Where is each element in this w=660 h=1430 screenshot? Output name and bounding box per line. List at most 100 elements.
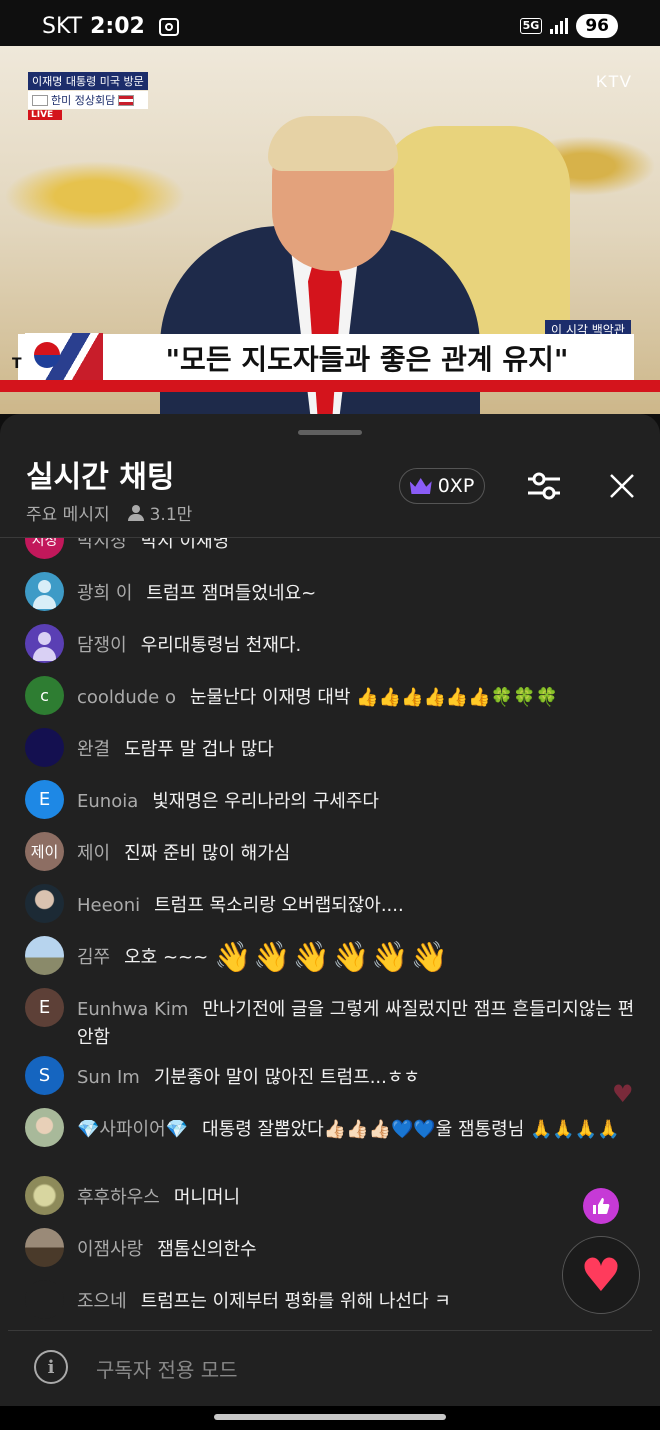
heart-icon: ♥ — [580, 1248, 622, 1302]
message-text: 빛재명은 우리나라의 구세주다 — [152, 791, 379, 812]
flag-icon — [32, 94, 48, 106]
footer-divider — [8, 1330, 652, 1331]
home-indicator[interactable] — [214, 1414, 446, 1420]
caption-red-line — [0, 380, 660, 392]
chat-message-line: 이잼사랑 잼톰신의한수 — [77, 1236, 637, 1264]
avatar[interactable] — [25, 624, 64, 663]
chat-title: 실시간 채팅 — [26, 460, 175, 495]
message-text: 박지 이재명 — [140, 538, 230, 552]
chat-message-line: 담쟁이 우리대통령님 천재다. — [77, 632, 637, 660]
author-name[interactable]: 후후하우스 — [77, 1187, 160, 1208]
chat-subtitle: 주요 메시지 3.1만 — [26, 500, 192, 525]
chat-message-list[interactable]: 지정 박지정 박지 이재명 광희 이 트럼프 잼며들었네요~ 담쟁이 우리대통령님 천… — [0, 538, 660, 1330]
status-left: SKT 2:02 — [42, 14, 179, 39]
drag-handle[interactable] — [298, 430, 362, 435]
message-text: 기분좋아 말이 많아진 트럼프...ㅎㅎ — [153, 1067, 420, 1088]
message-text: 오호 ~~~ — [124, 947, 209, 968]
avatar[interactable] — [25, 572, 64, 611]
xp-label: 0XP — [437, 475, 475, 497]
subscriber-only-mode: 구독자 전용 모드 — [96, 1358, 238, 1382]
chat-message-line: 김쭈 오호 ~~~ 👋👋👋👋👋👋 — [77, 943, 637, 973]
author-name[interactable]: cooldude o — [77, 687, 176, 708]
message-text: 눈물난다 이재명 대박 👍👍👍👍👍👍🍀🍀🍀 — [190, 687, 558, 708]
chat-message-line: Sun Im 기분좋아 말이 많아진 트럼프...ㅎㅎ — [77, 1064, 637, 1092]
chat-message-line: 완결 도람푸 말 겁나 많다 — [77, 736, 637, 764]
author-name[interactable]: 조으네 — [77, 1291, 127, 1312]
status-right: 5G 96 — [519, 14, 618, 38]
author-name[interactable]: 이잼사랑 — [77, 1239, 143, 1260]
message-text: 도람푸 말 겁나 많다 — [124, 739, 274, 760]
emoji-sticker: 👋👋👋👋👋👋 — [213, 940, 451, 975]
chat-message-line: 💎사파이어💎 대통령 잘뽑았다👍🏻👍🏻👍🏻💙💙울 잼통령님 🙏🙏🙏🙏 — [77, 1116, 637, 1144]
screen-record-icon — [158, 17, 179, 36]
info-icon[interactable]: i — [34, 1350, 68, 1384]
live-chat-panel: 실시간 채팅 주요 메시지 3.1만 0XP 지정 박지정 박지 이재명 광희 이… — [0, 414, 660, 1430]
xp-button[interactable]: 0XP — [399, 468, 485, 504]
author-name[interactable]: Eunhwa Kim — [77, 999, 188, 1020]
author-name[interactable]: Sun Im — [77, 1067, 140, 1088]
avatar[interactable]: E — [25, 988, 64, 1027]
message-text: 우리대통령님 천재다. — [140, 635, 302, 656]
author-name[interactable]: 제이 — [77, 843, 110, 864]
author-name[interactable]: Eunoia — [77, 791, 138, 812]
chat-message-line: 조으네 트럼프는 이제부터 평화를 위해 나선다 ㅋ — [77, 1288, 637, 1316]
crown-icon — [409, 478, 432, 494]
author-name[interactable]: 박지정 — [77, 538, 127, 552]
avatar[interactable] — [25, 936, 64, 975]
filter-settings-icon[interactable] — [526, 469, 562, 503]
battery-indicator: 96 — [576, 14, 618, 38]
news-caption: "모든 지도자들과 좋은 관계 유지" — [165, 343, 569, 376]
heart-reaction-button[interactable]: ♥ — [562, 1236, 640, 1314]
author-name[interactable]: 담쟁이 — [77, 635, 127, 656]
chat-message-line: Eunhwa Kim 만나기전에 글을 그렇게 싸질렀지만 잼프 흔들리지않는 편… — [77, 996, 637, 1052]
taegeuk-icon — [34, 342, 60, 368]
signal-icon — [550, 18, 569, 34]
chat-message-line: 박지정 박지 이재명 — [77, 538, 637, 556]
broadcast-tag-subtitle: 한미 정상회담 — [28, 91, 148, 109]
channel-logo: KTV — [595, 72, 632, 91]
author-name[interactable]: 김쭈 — [77, 947, 110, 968]
avatar[interactable]: S — [25, 1056, 64, 1095]
avatar[interactable] — [25, 884, 64, 923]
clock: 2:02 — [90, 14, 145, 39]
message-text: 진짜 준비 많이 해가심 — [124, 843, 291, 864]
chat-mode-selector[interactable]: 주요 메시지 — [26, 500, 110, 525]
chat-message-line: cooldude o 눈물난다 이재명 대박 👍👍👍👍👍👍🍀🍀🍀 — [77, 684, 637, 712]
flag-icon — [118, 94, 135, 106]
person-icon — [127, 504, 144, 521]
message-text: 잼톰신의한수 — [157, 1239, 257, 1260]
broadcast-tag-title: 이재명 대통령 미국 방문 — [28, 72, 148, 90]
author-name[interactable]: Heeoni — [77, 895, 140, 916]
carrier: SKT — [42, 14, 83, 39]
floating-thumbs-up-icon — [583, 1188, 619, 1224]
avatar[interactable] — [25, 1108, 64, 1147]
close-icon[interactable] — [605, 469, 639, 503]
video-player[interactable]: 이재명 대통령 미국 방문 한미 정상회담 LIVE KTV 이 시각 백악관 … — [0, 46, 660, 414]
chat-message-line: 제이 진짜 준비 많이 해가심 — [77, 840, 637, 868]
avatar[interactable] — [25, 1280, 64, 1319]
message-text: 트럼프 잼며들었네요~ — [146, 583, 317, 604]
author-name[interactable]: 완결 — [77, 739, 110, 760]
avatar[interactable]: 제이 — [25, 832, 64, 871]
avatar[interactable] — [25, 1176, 64, 1215]
live-badge: LIVE — [28, 110, 62, 120]
avatar[interactable] — [25, 728, 64, 767]
video-speaker-hair — [268, 116, 398, 171]
viewer-count: 3.1만 — [127, 500, 193, 525]
chat-message-line: 후후하우스 머니머니 — [77, 1184, 637, 1212]
avatar[interactable] — [25, 1228, 64, 1267]
avatar[interactable]: c — [25, 676, 64, 715]
author-name[interactable]: 광희 이 — [77, 583, 132, 604]
floating-heart-icon: ♥ — [612, 1080, 634, 1108]
message-text: 트럼프 목소리랑 오버랩되잖아.... — [154, 895, 404, 916]
viewer-count-text: 3.1만 — [149, 505, 193, 525]
chat-message-line: Eunoia 빛재명은 우리나라의 구세주다 — [77, 788, 637, 816]
chat-message-line: Heeoni 트럼프 목소리랑 오버랩되잖아.... — [77, 892, 637, 920]
avatar[interactable]: E — [25, 780, 64, 819]
broadcast-tag-subtitle-text: 한미 정상회담 — [51, 94, 116, 107]
message-text: 트럼프는 이제부터 평화를 위해 나선다 ㅋ — [140, 1291, 451, 1312]
avatar[interactable]: 지정 — [25, 538, 64, 559]
message-text: 대통령 잘뽑았다👍🏻👍🏻👍🏻💙💙울 잼통령님 🙏🙏🙏🙏 — [202, 1119, 620, 1140]
author-name[interactable]: 💎사파이어💎 — [77, 1119, 188, 1140]
thumbs-up-icon — [593, 1198, 610, 1214]
